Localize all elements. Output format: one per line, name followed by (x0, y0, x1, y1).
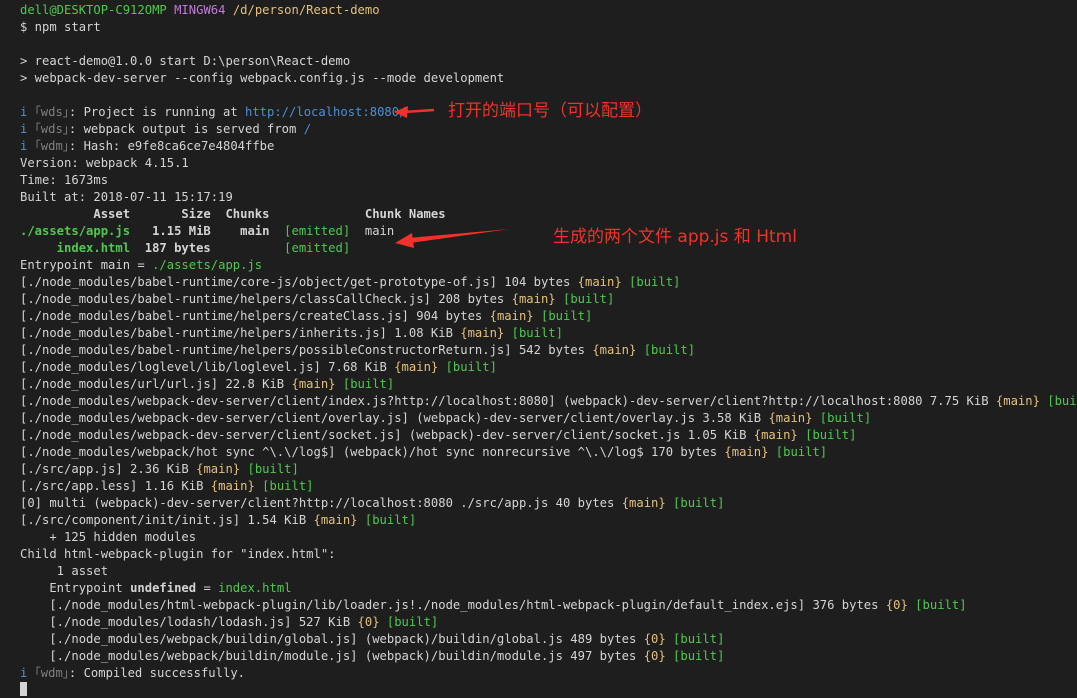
port-arrow-icon (394, 106, 435, 118)
files-arrow-icon (395, 229, 510, 248)
terminal-window[interactable]: dell@DESKTOP-C912OMP MINGW64 /d/person/R… (0, 0, 1077, 698)
annotation-arrows (394, 106, 510, 248)
